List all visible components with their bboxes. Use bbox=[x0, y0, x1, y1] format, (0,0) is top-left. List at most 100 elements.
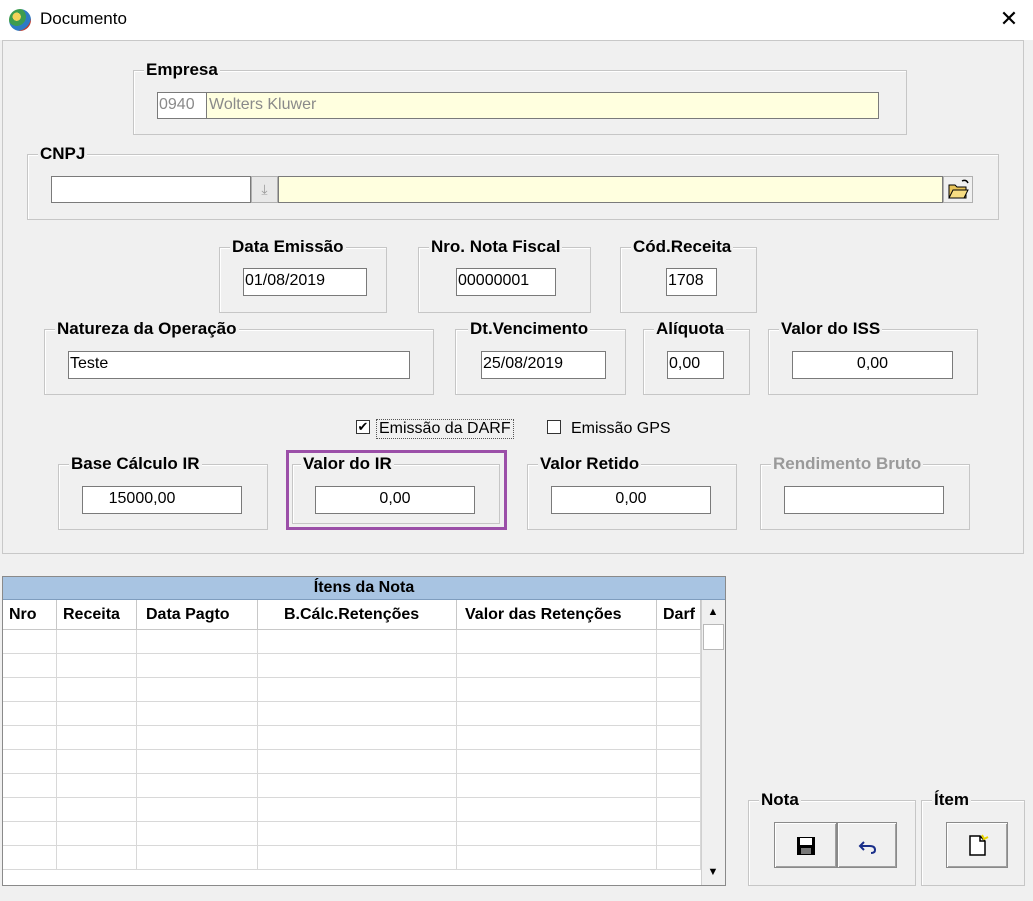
empresa-code-field[interactable]: 0940 bbox=[157, 92, 207, 119]
nota-fiscal-input[interactable]: 00000001 bbox=[456, 268, 556, 296]
data-emissao-input[interactable]: 01/08/2019 bbox=[243, 268, 367, 296]
table-cell[interactable] bbox=[137, 702, 258, 726]
table-cell[interactable] bbox=[258, 726, 457, 750]
table-row[interactable] bbox=[3, 774, 701, 798]
table-cell[interactable] bbox=[457, 750, 657, 774]
table-cell[interactable] bbox=[258, 822, 457, 846]
table-cell[interactable] bbox=[137, 726, 258, 750]
scroll-up-icon[interactable]: ▲ bbox=[704, 602, 722, 622]
column-header-nro[interactable]: Nro bbox=[3, 600, 57, 630]
table-cell[interactable] bbox=[657, 846, 701, 870]
new-item-button[interactable] bbox=[946, 822, 1008, 868]
table-cell[interactable] bbox=[137, 822, 258, 846]
table-cell[interactable] bbox=[137, 630, 258, 654]
table-cell[interactable] bbox=[258, 678, 457, 702]
emissao-gps-checkbox[interactable] bbox=[547, 420, 561, 434]
table-cell[interactable] bbox=[457, 822, 657, 846]
base-calculo-input[interactable]: 15000,00 bbox=[82, 486, 242, 514]
table-cell[interactable] bbox=[457, 774, 657, 798]
emissao-darf-checkbox[interactable]: ✔ bbox=[356, 420, 370, 434]
table-cell[interactable] bbox=[258, 750, 457, 774]
table-cell[interactable] bbox=[137, 846, 258, 870]
table-cell[interactable] bbox=[457, 846, 657, 870]
cnpj-name-field[interactable] bbox=[278, 176, 943, 203]
open-folder-icon[interactable] bbox=[943, 176, 973, 203]
column-header-bcalc-retencoes[interactable]: B.Cálc.Retenções bbox=[258, 600, 457, 630]
table-cell[interactable] bbox=[3, 774, 57, 798]
table-row[interactable] bbox=[3, 726, 701, 750]
column-header-receita[interactable]: Receita bbox=[57, 600, 137, 630]
table-cell[interactable] bbox=[457, 630, 657, 654]
dt-vencimento-input[interactable]: 25/08/2019 bbox=[481, 351, 606, 379]
column-header-darf[interactable]: Darf bbox=[657, 600, 701, 630]
natureza-input[interactable]: Teste bbox=[68, 351, 410, 379]
table-row[interactable] bbox=[3, 654, 701, 678]
table-cell[interactable] bbox=[57, 702, 137, 726]
table-cell[interactable] bbox=[137, 654, 258, 678]
cnpj-input[interactable] bbox=[51, 176, 251, 203]
table-cell[interactable] bbox=[457, 702, 657, 726]
table-cell[interactable] bbox=[57, 630, 137, 654]
valor-iss-input[interactable]: 0,00 bbox=[792, 351, 953, 379]
column-header-data-pagto[interactable]: Data Pagto bbox=[137, 600, 258, 630]
table-cell[interactable] bbox=[258, 798, 457, 822]
emissao-gps-label[interactable]: Emissão GPS bbox=[571, 420, 671, 438]
table-row[interactable] bbox=[3, 822, 701, 846]
undo-button[interactable] bbox=[837, 822, 897, 868]
table-cell[interactable] bbox=[57, 750, 137, 774]
table-cell[interactable] bbox=[457, 726, 657, 750]
table-cell[interactable] bbox=[3, 750, 57, 774]
scroll-down-icon[interactable]: ▼ bbox=[704, 862, 722, 882]
empresa-name-field[interactable]: Wolters Kluwer bbox=[206, 92, 879, 119]
table-cell[interactable] bbox=[57, 798, 137, 822]
table-cell[interactable] bbox=[57, 726, 137, 750]
table-cell[interactable] bbox=[457, 798, 657, 822]
table-row[interactable] bbox=[3, 678, 701, 702]
emissao-darf-label[interactable]: Emissão da DARF bbox=[376, 419, 514, 439]
table-cell[interactable] bbox=[657, 654, 701, 678]
column-header-valor-retencoes[interactable]: Valor das Retenções bbox=[457, 600, 657, 630]
table-cell[interactable] bbox=[457, 678, 657, 702]
table-cell[interactable] bbox=[258, 846, 457, 870]
table-cell[interactable] bbox=[3, 726, 57, 750]
table-cell[interactable] bbox=[258, 630, 457, 654]
table-cell[interactable] bbox=[258, 774, 457, 798]
table-row[interactable] bbox=[3, 702, 701, 726]
table-cell[interactable] bbox=[57, 654, 137, 678]
vertical-scrollbar[interactable]: ▲ ▼ bbox=[701, 600, 725, 885]
table-cell[interactable] bbox=[137, 774, 258, 798]
rendimento-input[interactable] bbox=[784, 486, 944, 514]
table-cell[interactable] bbox=[657, 750, 701, 774]
table-cell[interactable] bbox=[137, 678, 258, 702]
table-cell[interactable] bbox=[57, 678, 137, 702]
table-cell[interactable] bbox=[657, 798, 701, 822]
cod-receita-input[interactable]: 1708 bbox=[666, 268, 717, 296]
valor-retido-input[interactable]: 0,00 bbox=[551, 486, 711, 514]
table-row[interactable] bbox=[3, 846, 701, 870]
table-cell[interactable] bbox=[57, 822, 137, 846]
table-cell[interactable] bbox=[3, 798, 57, 822]
table-cell[interactable] bbox=[258, 654, 457, 678]
table-cell[interactable] bbox=[57, 846, 137, 870]
table-cell[interactable] bbox=[657, 774, 701, 798]
table-cell[interactable] bbox=[657, 678, 701, 702]
table-cell[interactable] bbox=[137, 798, 258, 822]
table-cell[interactable] bbox=[258, 702, 457, 726]
table-row[interactable] bbox=[3, 798, 701, 822]
table-cell[interactable] bbox=[3, 822, 57, 846]
close-icon[interactable]: ✕ bbox=[996, 6, 1022, 32]
items-grid[interactable]: Ítens da Nota Nro Receita Data Pagto B.C… bbox=[2, 576, 726, 886]
table-cell[interactable] bbox=[657, 702, 701, 726]
table-cell[interactable] bbox=[657, 726, 701, 750]
table-cell[interactable] bbox=[137, 750, 258, 774]
table-row[interactable] bbox=[3, 750, 701, 774]
table-cell[interactable] bbox=[657, 822, 701, 846]
scroll-thumb[interactable] bbox=[703, 624, 724, 650]
table-cell[interactable] bbox=[657, 630, 701, 654]
table-cell[interactable] bbox=[3, 654, 57, 678]
aliquota-input[interactable]: 0,00 bbox=[667, 351, 724, 379]
table-cell[interactable] bbox=[457, 654, 657, 678]
table-cell[interactable] bbox=[3, 630, 57, 654]
table-cell[interactable] bbox=[3, 702, 57, 726]
valor-ir-input[interactable]: 0,00 bbox=[315, 486, 475, 514]
